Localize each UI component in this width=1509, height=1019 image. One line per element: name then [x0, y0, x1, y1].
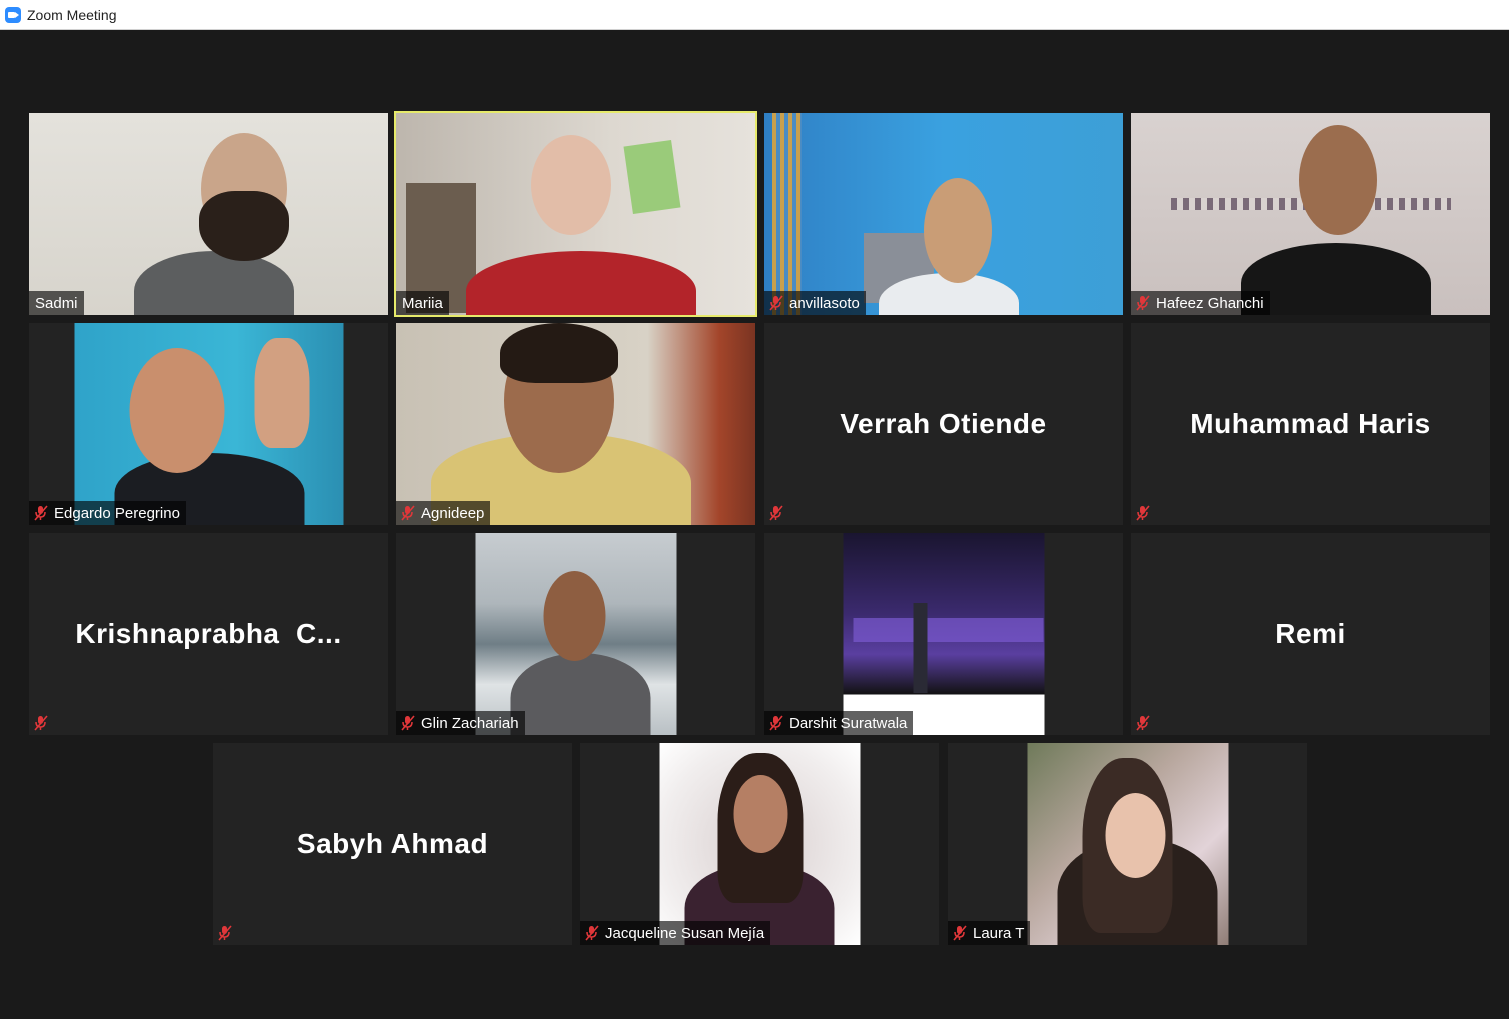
muted-microphone-icon — [953, 925, 967, 941]
muted-microphone-icon — [769, 295, 783, 311]
participant-video — [659, 743, 860, 945]
participant-name: Laura T — [973, 924, 1025, 942]
participant-tile-glin-zachariah[interactable]: Glin Zachariah — [396, 533, 755, 735]
participant-name: Glin Zachariah — [421, 714, 519, 732]
participant-tile-hafeez-ghanchi[interactable]: Hafeez Ghanchi — [1131, 113, 1490, 315]
participant-tile-sabyh-ahmad[interactable]: Sabyh Ahmad — [213, 743, 572, 945]
participant-video — [764, 113, 1123, 315]
gallery-view: Sadmi Mariia anvillasoto Hafeez Ghanchi … — [0, 30, 1509, 1019]
participant-tile-darshit-suratwala[interactable]: Darshit Suratwala — [764, 533, 1123, 735]
participant-display-name: Sabyh Ahmad — [296, 828, 489, 859]
participant-tile-edgardo-peregrino[interactable]: Edgardo Peregrino — [29, 323, 388, 525]
muted-microphone-icon — [769, 505, 783, 521]
participant-name-label: Darshit Suratwala — [764, 711, 914, 735]
title-bar: Zoom Meeting — [0, 0, 1509, 30]
participant-name: anvillasoto — [789, 294, 860, 312]
participant-video — [396, 323, 755, 525]
participant-tile-krishnaprabha[interactable]: Krishnaprabha C... — [29, 533, 388, 735]
participant-name-label: Edgardo Peregrino — [29, 501, 186, 525]
participant-name-label: Laura T — [948, 921, 1031, 945]
participant-video — [1027, 743, 1228, 945]
muted-microphone-icon — [1136, 295, 1150, 311]
participant-name: Agnideep — [421, 504, 485, 522]
participant-tile-sadmi[interactable]: Sadmi — [29, 113, 388, 315]
participant-name: Sadmi — [35, 294, 78, 312]
window-title: Zoom Meeting — [27, 6, 117, 23]
muted-microphone-icon — [1136, 505, 1150, 521]
participant-tile-mariia[interactable]: Mariia — [394, 111, 757, 317]
participant-video — [843, 533, 1044, 735]
participant-display-name: Remi — [1275, 618, 1346, 649]
participant-display-name: Krishnaprabha C... — [75, 618, 342, 649]
participant-tile-muhammad-haris[interactable]: Muhammad Haris — [1131, 323, 1490, 525]
muted-microphone-icon — [34, 715, 48, 731]
muted-microphone-icon — [401, 505, 415, 521]
participant-name-label — [213, 921, 244, 945]
muted-microphone-icon — [218, 925, 232, 941]
participant-video — [1131, 113, 1490, 315]
muted-microphone-icon — [1136, 715, 1150, 731]
participant-tile-remi[interactable]: Remi — [1131, 533, 1490, 735]
muted-microphone-icon — [34, 505, 48, 521]
participant-video — [475, 533, 676, 735]
participant-tile-agnideep[interactable]: Agnideep — [396, 323, 755, 525]
participant-name-label: Sadmi — [29, 291, 84, 315]
participant-name-label: Mariia — [396, 291, 449, 315]
participant-name: Edgardo Peregrino — [54, 504, 180, 522]
participant-tile-anvillasoto[interactable]: anvillasoto — [764, 113, 1123, 315]
participant-name: Mariia — [402, 294, 443, 312]
participant-tile-jacqueline-susan-mejia[interactable]: Jacqueline Susan Mejía — [580, 743, 939, 945]
participant-video — [74, 323, 343, 525]
participant-name-label — [764, 501, 795, 525]
participant-name-label: Agnideep — [396, 501, 491, 525]
participant-video — [29, 113, 388, 315]
participant-name-label: Hafeez Ghanchi — [1131, 291, 1270, 315]
participant-name: Hafeez Ghanchi — [1156, 294, 1264, 312]
participant-display-name: Muhammad Haris — [1190, 408, 1431, 439]
muted-microphone-icon — [585, 925, 599, 941]
participant-name-label: Jacqueline Susan Mejía — [580, 921, 771, 945]
participant-tile-verrah-otiende[interactable]: Verrah Otiende — [764, 323, 1123, 525]
muted-microphone-icon — [769, 715, 783, 731]
zoom-camera-icon — [5, 6, 21, 23]
participant-tile-laura-t[interactable]: Laura T — [948, 743, 1307, 945]
participant-name-label: Glin Zachariah — [396, 711, 525, 735]
participant-name-label: anvillasoto — [764, 291, 866, 315]
participant-video — [396, 113, 755, 315]
participant-name-label — [1131, 501, 1162, 525]
participant-name: Darshit Suratwala — [789, 714, 908, 732]
participant-name-label — [1131, 711, 1162, 735]
participant-name: Jacqueline Susan Mejía — [605, 924, 765, 942]
participant-display-name: Verrah Otiende — [840, 408, 1047, 439]
muted-microphone-icon — [401, 715, 415, 731]
participant-name-label — [29, 711, 60, 735]
